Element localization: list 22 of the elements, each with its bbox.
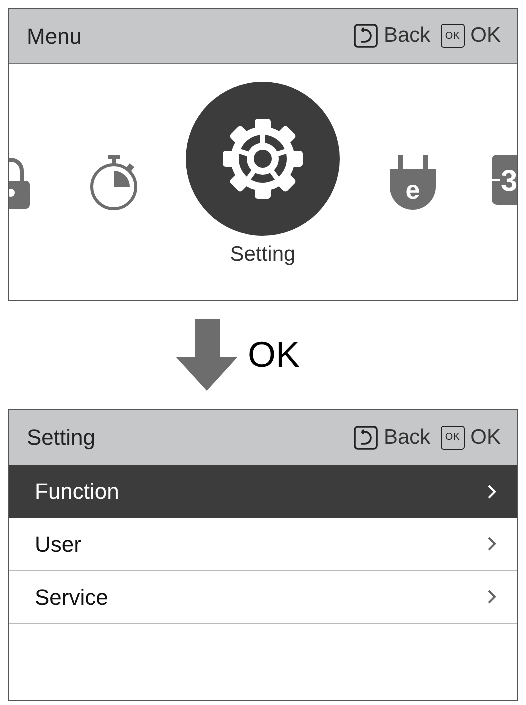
row-label: User (35, 530, 82, 558)
down-arrow-icon (176, 319, 238, 391)
back-icon (354, 426, 378, 450)
menu-row[interactable]: Function (9, 465, 517, 518)
key-label: OK (470, 23, 501, 50)
ok-key-icon: OK (440, 426, 465, 450)
stopwatch-icon[interactable] (88, 155, 138, 211)
selected-item-label: Setting (230, 242, 296, 268)
chevron-right-icon (487, 536, 497, 552)
row-label: Service (35, 584, 108, 612)
row-label: Function (35, 478, 120, 506)
screen-title: Setting (27, 424, 96, 452)
back-icon (354, 24, 378, 48)
chevron-right-icon (487, 484, 497, 500)
key-label: Back (384, 23, 431, 50)
screen-title: Menu (27, 22, 82, 50)
key-label: Back (384, 424, 431, 451)
key-label: OK (470, 424, 501, 451)
settings-icon[interactable] (185, 81, 341, 237)
ok-key-icon: OK (440, 24, 465, 48)
transition-label: OK (248, 333, 300, 377)
chevron-right-icon (487, 589, 497, 605)
